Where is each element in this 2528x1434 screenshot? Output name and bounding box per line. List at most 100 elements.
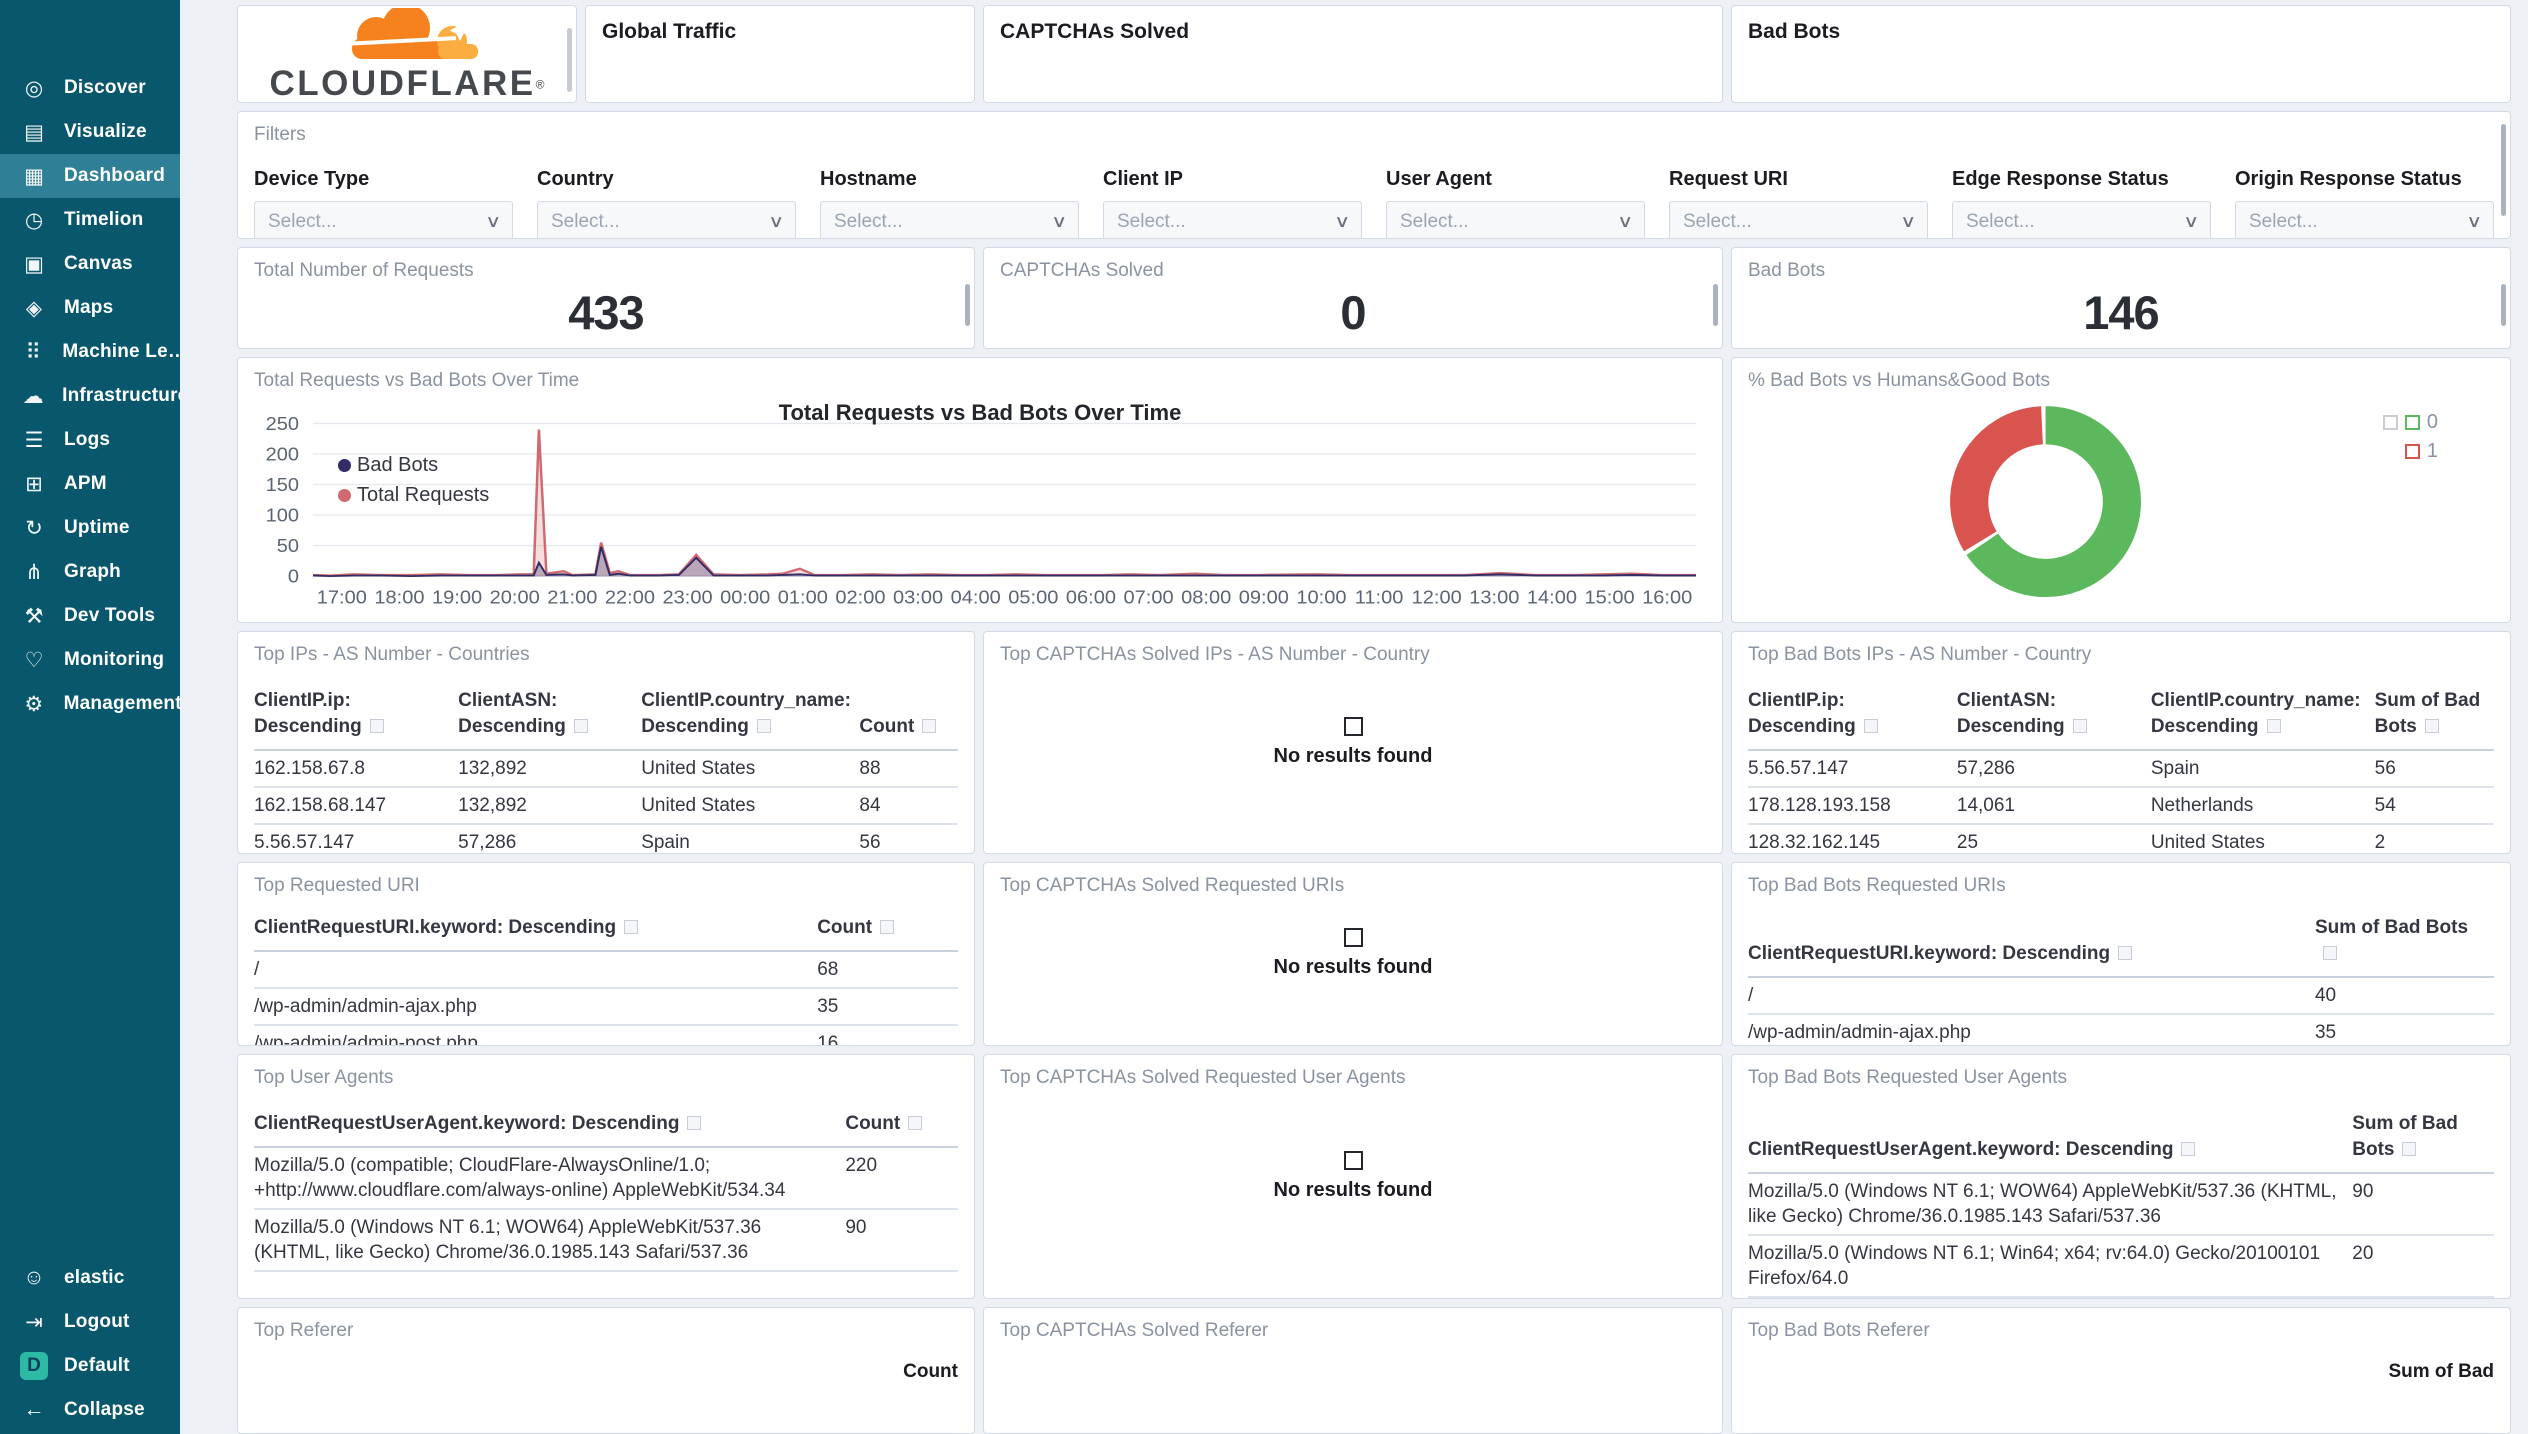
column-header[interactable]: ClientRequestUserAgent.keyword: Descendi… — [254, 1110, 846, 1148]
column-filter-box[interactable] — [908, 1115, 923, 1130]
column-header[interactable]: ClientIP.country_name: Descending — [2150, 687, 2375, 751]
column-filter-box[interactable] — [922, 718, 937, 733]
canvas-icon: ▣ — [24, 252, 44, 276]
column-filter-box[interactable] — [2118, 945, 2133, 960]
column-header[interactable]: Sum of Bad Bots — [2352, 1110, 2494, 1174]
svg-text:11:00: 11:00 — [1355, 588, 1404, 608]
column-header[interactable]: ClientIP.ip: Descending — [1748, 687, 1957, 751]
column-filter-box[interactable] — [687, 1115, 702, 1130]
table-panel-title: Top User Agents — [254, 1066, 394, 1088]
column-header[interactable]: ClientASN: Descending — [1956, 687, 2151, 751]
column-filter-box[interactable] — [2266, 718, 2281, 733]
sidebar-item-monitoring[interactable]: ♡ Monitoring — [0, 638, 180, 682]
filter-select[interactable]: Select... ∨ — [820, 201, 1079, 239]
filter-select[interactable]: Select... ∨ — [254, 201, 513, 239]
column-filter-box[interactable] — [2424, 718, 2439, 733]
column-header[interactable]: Count — [859, 687, 958, 751]
table-row[interactable]: /wp-admin/admin-post.php 16 — [254, 1024, 958, 1045]
column-header[interactable]: ClientRequestURI.keyword: Descending — [254, 914, 818, 952]
column-header[interactable]: Count — [845, 1110, 958, 1148]
column-header[interactable]: Sum of Bad Bots — [2374, 687, 2494, 751]
column-header[interactable]: Sum of Bad — [2388, 1361, 2494, 1383]
column-header[interactable]: ClientIP.country_name: Descending — [641, 687, 860, 751]
column-header[interactable]: Sum of Bad Bots — [2314, 914, 2494, 978]
svg-text:15:00: 15:00 — [1585, 588, 1635, 608]
sidebar-item-management[interactable]: ⚙ Management — [0, 682, 180, 726]
column-filter-box[interactable] — [2322, 945, 2337, 960]
svg-text:01:00: 01:00 — [778, 588, 828, 608]
uptime-icon: ↻ — [25, 516, 43, 540]
logo-panel-scrollbar[interactable] — [567, 28, 572, 92]
legend-item-0[interactable]: 0 — [2382, 408, 2438, 437]
table-row[interactable]: /wp-admin/admin-ajax.php 35 — [1748, 1013, 2494, 1045]
filter-select[interactable]: Select... ∨ — [537, 201, 796, 239]
sidebar-item-label: Monitoring — [64, 649, 165, 670]
legend-item-bad-bots[interactable]: Bad Bots — [338, 450, 489, 480]
filter-select[interactable]: Select... ∨ — [1103, 201, 1362, 239]
legend-item-total-requests[interactable]: Total Requests — [338, 480, 489, 510]
table-row[interactable]: 128.32.162.145 25 United States 2 — [1748, 823, 2494, 853]
metric-scrollbar[interactable] — [2501, 284, 2506, 327]
column-header[interactable]: ClientRequestURI.keyword: Descending — [1748, 914, 2315, 978]
column-filter-box[interactable] — [756, 718, 771, 733]
sidebar-footer-default-space[interactable]: D Default — [0, 1344, 180, 1388]
sidebar-item-apm[interactable]: ⊞ APM — [0, 462, 180, 506]
sidebar-item-graph[interactable]: ⋔ Graph — [0, 550, 180, 594]
sidebar-footer-collapse[interactable]: ← Collapse — [0, 1388, 180, 1432]
table-cell: /wp-admin/admin-post.php — [254, 1024, 818, 1045]
column-filter-box[interactable] — [369, 718, 384, 733]
sidebar-item-timelion[interactable]: ◷ Timelion — [0, 198, 180, 242]
table-row[interactable]: Mozilla/5.0 (Windows NT 6.1; WOW64) Appl… — [254, 1208, 958, 1272]
table-row[interactable]: /wp-admin/admin-ajax.php 35 — [254, 987, 958, 1026]
sidebar-item-logs[interactable]: ☰ Logs — [0, 418, 180, 462]
filter-select[interactable]: Select... ∨ — [1669, 201, 1928, 239]
sidebar-item-label: Graph — [64, 561, 121, 582]
table-cell: 68 — [817, 950, 958, 989]
table-row[interactable]: Mozilla/5.0 (compatible; CloudFlare-Alwa… — [254, 1146, 958, 1210]
column-filter-box[interactable] — [2181, 1141, 2196, 1156]
column-header[interactable]: ClientRequestUserAgent.keyword: Descendi… — [1748, 1110, 2353, 1174]
column-filter-box[interactable] — [2072, 718, 2087, 733]
column-filter-box[interactable] — [1863, 718, 1878, 733]
table-cell: 90 — [2352, 1172, 2494, 1236]
legend-item-1[interactable]: 1 — [2383, 437, 2438, 466]
table-row[interactable]: 5.56.57.147 57,286 Spain 56 — [1748, 749, 2494, 788]
sidebar-item-maps[interactable]: ◈ Maps — [0, 286, 180, 330]
column-filter-box[interactable] — [2402, 1141, 2417, 1156]
sidebar-item-machine-learning[interactable]: ⠿ Machine Le… — [0, 330, 181, 374]
column-filter-box[interactable] — [573, 718, 588, 733]
filters-scrollbar[interactable] — [2501, 124, 2506, 217]
sidebar-item-dashboard[interactable]: ▦ Dashboard — [0, 154, 180, 198]
machine-learning-icon: ⠿ — [25, 340, 41, 364]
table-row[interactable]: 162.158.68.147 132,892 United States 84 — [254, 786, 958, 825]
filter-select[interactable]: Select... ∨ — [2235, 201, 2494, 239]
sidebar-item-uptime[interactable]: ↻ Uptime — [0, 506, 180, 550]
sidebar-item-visualize[interactable]: ▤ Visualize — [0, 110, 180, 154]
sidebar-item-infrastructure[interactable]: ☁ Infrastructure — [0, 374, 180, 418]
select-placeholder: Select... — [1683, 211, 1752, 233]
bad-bots-value: 146 — [2083, 286, 2159, 340]
column-header[interactable]: Count — [903, 1361, 958, 1383]
table-row[interactable]: 5.56.57.147 57,286 Spain 56 — [254, 823, 958, 853]
table-row[interactable]: /68 — [254, 950, 958, 989]
sidebar-footer-user[interactable]: ☺ elastic — [0, 1256, 180, 1300]
column-header[interactable]: ClientASN: Descending — [458, 687, 642, 751]
sidebar-item-dev-tools[interactable]: ⚒ Dev Tools — [0, 594, 180, 638]
column-filter-box[interactable] — [624, 919, 639, 934]
column-header[interactable]: ClientIP.ip: Descending — [254, 687, 459, 751]
filter-select[interactable]: Select... ∨ — [1386, 201, 1645, 239]
table-row[interactable]: Mozilla/5.0 (Windows NT 6.1; Win64; x64;… — [1748, 1234, 2494, 1298]
column-header[interactable]: Count — [817, 914, 958, 952]
table-row[interactable]: /40 — [1748, 976, 2494, 1015]
filter-select[interactable]: Select... ∨ — [1952, 201, 2211, 239]
sidebar-item-discover[interactable]: ◎ Discover — [0, 66, 180, 110]
no-results-icon — [1343, 716, 1363, 736]
table-row[interactable]: 178.128.193.158 14,061 Netherlands 54 — [1748, 786, 2494, 825]
table-row[interactable]: Mozilla/5.0 (Windows NT 6.1; WOW64) Appl… — [1748, 1172, 2494, 1236]
metric-scrollbar[interactable] — [1713, 284, 1718, 327]
table-row[interactable]: 162.158.67.8 132,892 United States 88 — [254, 749, 958, 788]
metric-scrollbar[interactable] — [965, 284, 970, 327]
sidebar-footer-logout[interactable]: ⇥ Logout — [0, 1300, 180, 1344]
sidebar-item-canvas[interactable]: ▣ Canvas — [0, 242, 180, 286]
column-filter-box[interactable] — [880, 919, 895, 934]
